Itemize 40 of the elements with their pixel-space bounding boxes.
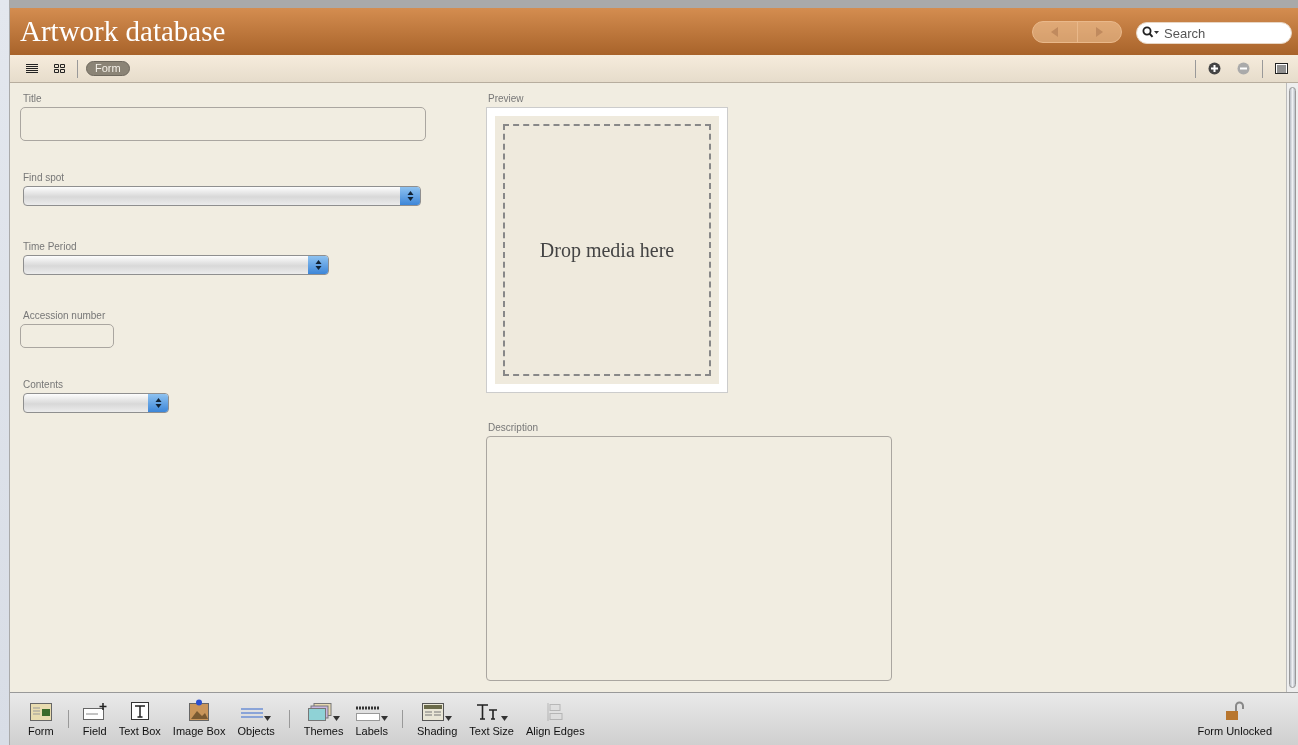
stepper-arrows-icon	[314, 259, 322, 271]
toolbar-button[interactable]: Themes	[297, 698, 350, 740]
stepper-arrows-icon	[154, 397, 162, 409]
search-field[interactable]: Search	[1136, 22, 1292, 44]
toolbar-button[interactable]: Objects	[231, 698, 281, 740]
field-label: Time Period	[23, 241, 78, 253]
toolbar-button[interactable]: Field	[76, 698, 113, 740]
caret-icon	[264, 715, 272, 721]
unlocked-padlock-icon	[1224, 700, 1245, 721]
caret-icon	[500, 715, 508, 721]
toolbar-button[interactable]: Labels	[349, 698, 394, 740]
list-view-icon	[26, 64, 38, 73]
toolbar-button[interactable]: Form	[22, 698, 60, 740]
field-label: Find spot	[23, 172, 66, 184]
field-label: Description	[488, 422, 540, 434]
field-label: Title	[23, 93, 43, 105]
caret-icon	[332, 715, 340, 721]
field-label: Preview	[488, 93, 525, 105]
field-label: Contents	[23, 379, 65, 391]
text-field[interactable]	[20, 324, 114, 348]
popup-menu[interactable]	[23, 393, 169, 413]
popup-menu[interactable]	[23, 186, 421, 206]
toolbar-button[interactable]: Text Box	[112, 698, 167, 740]
grid-view-icon	[54, 64, 65, 73]
caret-icon	[380, 715, 388, 721]
toolbar-button[interactable]: Image Box	[166, 698, 232, 740]
field-label: Accession number	[23, 310, 107, 322]
stepper-arrows-icon	[406, 190, 414, 202]
lock-button[interactable]: Form Unlocked	[1191, 698, 1278, 740]
window-title: Artwork database	[20, 17, 226, 46]
back-arrow-icon	[1049, 25, 1061, 38]
toolbar-button[interactable]: Shading	[410, 698, 464, 740]
drop-hint: Drop media here	[539, 238, 675, 264]
popup-menu[interactable]	[23, 255, 329, 275]
text-field[interactable]	[20, 107, 426, 141]
forward-arrow-icon	[1093, 25, 1105, 38]
caret-icon	[445, 715, 453, 721]
toolbar-button[interactable]: Text Size	[463, 698, 520, 740]
scroll-bar[interactable]	[1286, 83, 1298, 692]
media-drop-area[interactable]: Drop media here	[486, 107, 728, 393]
